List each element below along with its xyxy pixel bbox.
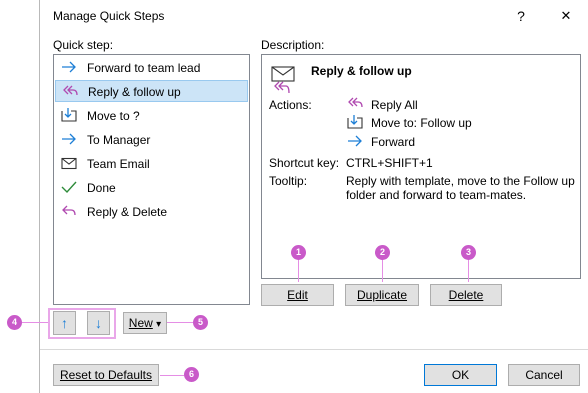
edit-button[interactable]: Edit <box>261 284 334 306</box>
quick-step-label: Quick step: <box>53 38 114 52</box>
chevron-down-icon: ▾ <box>156 319 162 330</box>
reset-to-defaults-button[interactable]: Reset to Defaults <box>53 364 159 386</box>
quick-step-large-icon <box>269 65 299 95</box>
action-forward: Forward <box>371 135 416 149</box>
list-item-label: Team Email <box>87 157 150 171</box>
quick-step-list[interactable]: Forward to team lead Reply & follow up M… <box>53 54 250 305</box>
callout-line-1 <box>298 258 299 282</box>
list-item-selected[interactable]: Reply & follow up <box>55 80 248 102</box>
callout-line-4 <box>22 322 48 323</box>
callout-badge-6: 6 <box>184 367 199 382</box>
delete-button[interactable]: Delete <box>430 284 502 306</box>
list-item-label: Forward to team lead <box>87 61 201 75</box>
forward-arrow-icon <box>60 131 78 147</box>
list-item[interactable]: Forward to team lead <box>55 57 248 79</box>
callout-line-2 <box>382 258 383 282</box>
move-to-folder-icon <box>346 114 364 130</box>
callout-badge-4: 4 <box>7 315 22 330</box>
title-bar: Manage Quick Steps ? ✕ <box>40 0 588 32</box>
shortcut-key-label: Shortcut key: <box>269 156 340 170</box>
callout-badge-2: 2 <box>375 245 390 260</box>
tooltip-line-2: folder and forward to team-mates. <box>346 188 527 202</box>
list-item-label: Reply & follow up <box>88 85 181 99</box>
tooltip-line-1: Reply with template, move to the Follow … <box>346 174 575 188</box>
list-item-label: Move to ? <box>87 109 140 123</box>
callout-line-5 <box>167 322 193 323</box>
description-panel: Reply & follow up Actions: Reply All Mov… <box>261 54 581 279</box>
callout-badge-1: 1 <box>291 245 306 260</box>
reply-all-icon <box>61 83 79 99</box>
tooltip-label: Tooltip: <box>269 174 308 188</box>
envelope-icon <box>60 155 78 171</box>
reset-button-label: Reset to Defaults <box>59 368 153 382</box>
list-item[interactable]: Reply & Delete <box>55 201 248 223</box>
list-item-label: Done <box>87 181 116 195</box>
callout-badge-5: 5 <box>193 315 208 330</box>
callout-badge-3: 3 <box>461 245 476 260</box>
reply-icon <box>60 203 78 219</box>
list-item[interactable]: Done <box>55 177 248 199</box>
list-item[interactable]: Team Email <box>55 153 248 175</box>
forward-arrow-icon <box>60 59 78 75</box>
list-item[interactable]: Move to ? <box>55 105 248 127</box>
new-dropdown-button[interactable]: New ▾ <box>123 312 167 334</box>
list-item[interactable]: To Manager <box>55 129 248 151</box>
checkmark-icon <box>60 179 78 195</box>
close-button[interactable]: ✕ <box>546 0 586 32</box>
actions-label: Actions: <box>269 98 312 112</box>
list-item-label: Reply & Delete <box>87 205 168 219</box>
description-label: Description: <box>261 38 325 52</box>
edit-button-label: Edit <box>287 288 308 302</box>
action-reply-all: Reply All <box>371 98 418 112</box>
duplicate-button-label: Duplicate <box>356 288 408 302</box>
callout-line-6 <box>160 375 184 376</box>
cancel-button[interactable]: Cancel <box>508 364 580 386</box>
list-item-label: To Manager <box>87 133 151 147</box>
ok-button[interactable]: OK <box>424 364 497 386</box>
help-button[interactable]: ? <box>501 0 541 32</box>
window-title: Manage Quick Steps <box>53 9 165 23</box>
duplicate-button[interactable]: Duplicate <box>345 284 419 306</box>
reply-all-icon <box>346 95 364 111</box>
up-down-highlight <box>48 308 116 339</box>
shortcut-key-value: CTRL+SHIFT+1 <box>346 156 433 170</box>
move-to-folder-icon <box>60 107 78 123</box>
new-button-label: New <box>128 316 153 330</box>
forward-arrow-icon <box>346 133 364 149</box>
description-heading: Reply & follow up <box>311 64 412 78</box>
delete-button-label: Delete <box>448 288 484 302</box>
callout-line-3 <box>468 258 469 282</box>
manage-quick-steps-dialog: Manage Quick Steps ? ✕ Quick step: Descr… <box>39 0 588 393</box>
action-move-to: Move to: Follow up <box>371 116 472 130</box>
footer-divider <box>40 349 588 350</box>
